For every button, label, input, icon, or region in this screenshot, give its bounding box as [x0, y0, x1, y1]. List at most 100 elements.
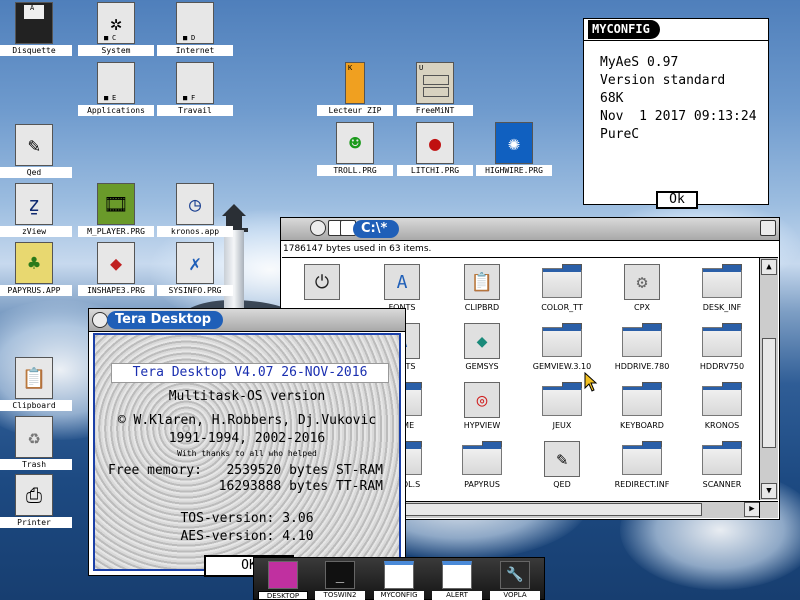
taskbar-item-vopla[interactable]: 🔧 VOPLA [490, 560, 540, 600]
file-item-label: JEUX [552, 421, 572, 430]
hscroll-thumb[interactable] [402, 503, 702, 516]
desktop-icon-kronos[interactable]: ◷ kronos.app [157, 183, 233, 239]
file-window-titlebar[interactable]: C:\* [281, 218, 779, 241]
litchi-icon: ● [416, 122, 454, 164]
tera-authors: © W.Klaren, H.Robbers, Dj.Vukovic [117, 413, 377, 428]
file-item[interactable]: HDDRV750 [682, 319, 760, 377]
desktop-icon-troll[interactable]: ☻ TROLL.PRG [317, 122, 393, 178]
file-item-label: HYPVIEW [463, 421, 501, 430]
desktop-icon-litchi[interactable]: ● LITCHI.PRG [397, 122, 473, 178]
myconfig-body: MyAeS 0.97 Version standard 68K Nov 1 20… [585, 41, 767, 209]
taskbar-item-toswin2[interactable]: _ TOSWIN2 [315, 560, 365, 600]
desktop-icon-lecteur-zip[interactable]: K Lecteur ZIP [317, 62, 393, 118]
file-item-label: GEMSYS [465, 362, 499, 371]
desktop-icon-internet[interactable]: ■ D Internet [157, 2, 233, 58]
tera-memory-st: 2539520 bytes ST-RAM [226, 463, 383, 478]
file-item-label: HDDRV750 [699, 362, 745, 371]
myconfig-titlebar[interactable]: MYCONFIG [584, 19, 768, 41]
cabinet-icon: U [416, 62, 454, 104]
taskbar-item-desktop[interactable]: DESKTOP [258, 560, 308, 600]
drive-icon: ■ F [176, 62, 214, 104]
taskbar-item-alert[interactable]: ALERT [432, 560, 482, 600]
file-item-label: REDIRECT.INF [614, 480, 670, 489]
lifebuoy-icon: ◎ [464, 382, 500, 418]
myconfig-compiler: PureC [600, 127, 640, 142]
file-item-label: SCANNER [702, 480, 742, 489]
tera-aes-version: AES-version: 4.10 [180, 529, 314, 544]
folder-icon [702, 441, 742, 475]
vertical-scrollbar[interactable]: ▲ ▼ [759, 258, 778, 500]
desktop-icon-papyrus[interactable]: ♣ PAPYRUS.APP [0, 242, 72, 298]
diamond-icon: ◆ [464, 323, 500, 359]
file-item-label: DESK_INF [702, 303, 742, 312]
tera-years: 1991-1994, 2002-2016 [168, 431, 326, 446]
close-icon[interactable] [92, 312, 108, 328]
printer-icon: ⎙ [15, 474, 53, 516]
file-window-info: 1786147 bytes used in 63 items. [282, 241, 778, 258]
desktop-icon-printer[interactable]: ⎙ Printer [0, 474, 72, 530]
folder-icon [462, 441, 502, 475]
tera-title: Tera Desktop [107, 311, 224, 329]
desktop-icon-applications[interactable]: ■ E Applications [78, 62, 154, 118]
myconfig-ok-button[interactable]: Ok [656, 191, 698, 209]
mouse-pointer-icon [584, 372, 598, 392]
file-item[interactable]: HDDRIVE.780 [602, 319, 682, 377]
myconfig-title: MYCONFIG [588, 20, 660, 39]
desktop-icon-m-player[interactable]: 🎞 M_PLAYER.PRG [78, 183, 154, 239]
close-icon[interactable] [310, 220, 326, 236]
troll-icon: ☻ [336, 122, 374, 164]
desktop-icon-zview[interactable]: ẕ zView [0, 183, 72, 239]
file-item[interactable]: PAPYRUS [442, 437, 522, 495]
file-item[interactable]: COLOR_TT [522, 260, 602, 318]
file-item[interactable]: 📋 CLIPBRD [442, 260, 522, 318]
scroll-right-icon[interactable]: ▶ [744, 502, 760, 517]
drive-icon: ✲ ■ C [97, 2, 135, 44]
film-icon: 🎞 [97, 183, 135, 225]
fuller-icon[interactable] [760, 220, 776, 236]
resize-icon[interactable] [759, 501, 778, 518]
window-icon [442, 561, 472, 589]
desktop-icon-disquette[interactable]: A Disquette [0, 2, 72, 58]
tera-memory-label: Free memory: [108, 463, 202, 478]
file-item[interactable]: ✎ QED [522, 437, 602, 495]
scroll-up-icon[interactable]: ▲ [761, 259, 777, 275]
desktop-icon-sysinfo[interactable]: ✗ SYSINFO.PRG [157, 242, 233, 298]
file-item[interactable]: ◎ HYPVIEW [442, 378, 522, 436]
file-item-label: PAPYRUS [464, 480, 500, 489]
file-item[interactable]: ◆ GEMSYS [442, 319, 522, 377]
desktop-icon-freemint[interactable]: U FreeMiNT [397, 62, 473, 118]
file-item[interactable]: KEYBOARD [602, 378, 682, 436]
file-item[interactable]: SCANNER [682, 437, 760, 495]
wrench-icon: 🔧 [500, 561, 530, 589]
taskbar-item-myconfig[interactable]: MYCONFIG [374, 560, 424, 600]
tera-body: Tera Desktop V4.07 26-NOV-2016 Multitask… [93, 333, 401, 577]
file-item[interactable]: REDIRECT.INF [602, 437, 682, 495]
file-item[interactable]: KRONOS [682, 378, 760, 436]
scroll-thumb[interactable] [762, 338, 776, 448]
file-item[interactable]: ⚙ CPX [602, 260, 682, 318]
file-item[interactable]: GEMVIEW.3.10 [522, 319, 602, 377]
desktop-icon-travail[interactable]: ■ F Travail [157, 62, 233, 118]
desktop-icon-system[interactable]: ✲ ■ C System [78, 2, 154, 58]
desktop-icon-highwire[interactable]: ✺ HIGHWIRE.PRG [476, 122, 552, 178]
papyrus-icon: ♣ [15, 242, 53, 284]
file-item-label: COLOR_TT [541, 303, 583, 312]
folder-icon [702, 323, 742, 357]
tera-titlebar[interactable]: Tera Desktop [89, 309, 405, 332]
clock-icon: ◷ [176, 183, 214, 225]
folder-icon [542, 264, 582, 298]
desktop-icon-trash[interactable]: ♻ Trash [0, 416, 72, 472]
desktop-icon-qed[interactable]: ✎ Qed [0, 124, 72, 180]
file-item-label: CLIPBRD [464, 303, 500, 312]
desktop-icon [268, 561, 298, 589]
gear-icon: ⚙ [624, 264, 660, 300]
folder-icon [702, 264, 742, 298]
tera-headline: Tera Desktop V4.07 26-NOV-2016 [111, 363, 389, 383]
myconfig-date: Nov 1 2017 09:13:24 [600, 109, 757, 124]
drive-icon: ■ D [176, 2, 214, 44]
desktop-icon-inshape3[interactable]: ◆ INSHAPE3.PRG [78, 242, 154, 298]
pencil-note-icon: ✎ [544, 441, 580, 477]
file-item[interactable]: DESK_INF [682, 260, 760, 318]
desktop-icon-clipboard[interactable]: 📋 Clipboard [0, 357, 72, 413]
scroll-down-icon[interactable]: ▼ [761, 483, 777, 499]
